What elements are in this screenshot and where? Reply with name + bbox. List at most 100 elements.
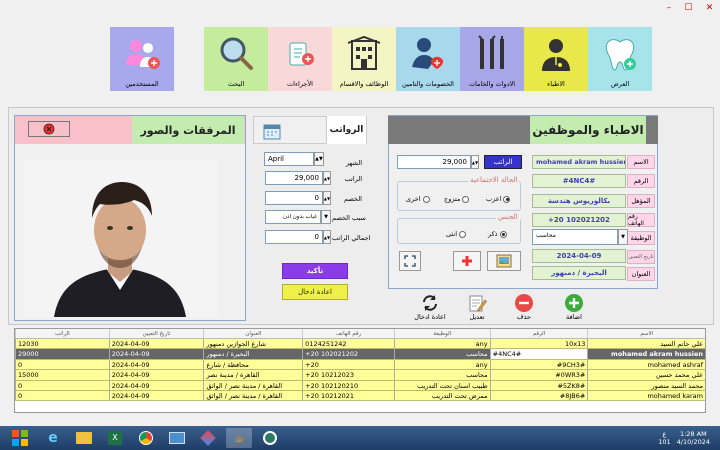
browse-image-button[interactable] (487, 251, 521, 271)
taskbar-explorer[interactable] (71, 428, 97, 448)
confirm-salary-button[interactable]: تأكيد (282, 263, 348, 279)
total-salary-field[interactable]: 0 (265, 230, 323, 244)
column-header-address[interactable]: العنوان (203, 329, 302, 338)
marital-other-radio[interactable]: اخرى (406, 195, 430, 203)
staff-salary-field[interactable]: 29,000 (397, 155, 471, 169)
nav-tile-procedures[interactable]: الأجراءات (268, 27, 332, 91)
reason-dropdown-button[interactable]: ▼ (321, 210, 331, 224)
nav-tile-jobs[interactable]: الوظائف والاقسام (332, 27, 396, 91)
delete-button[interactable]: حذف (509, 293, 539, 321)
minimize-button[interactable]: – (667, 3, 672, 13)
month-select[interactable]: April (264, 152, 314, 166)
close-button[interactable]: ✕ (706, 3, 714, 13)
nav-tile-search[interactable]: البحث (204, 27, 268, 91)
maximize-button[interactable]: ☐ (684, 3, 692, 13)
nav-tile-doctors[interactable]: الاطباء (524, 27, 588, 91)
column-header-salary[interactable]: الراتب (15, 329, 109, 338)
deduction-field[interactable]: 0 (265, 191, 323, 205)
nav-label-procedures: الأجراءات (287, 80, 313, 88)
tray-clock[interactable]: 1:28 AM 4/10/2024 (677, 430, 710, 446)
column-header-name[interactable]: الاسم (587, 329, 705, 338)
chevron-down-icon: ▼ (621, 234, 625, 240)
attachments-header: المرفقات والصور (132, 116, 244, 144)
cell-address: القاهرة / مدينة نصر / الواثق (203, 390, 302, 401)
delete-button-label: حذف (516, 313, 532, 321)
reset-button[interactable]: اعادة ادخال (412, 293, 448, 321)
gender-female-radio[interactable]: انثى (446, 230, 466, 238)
taskbar-app-3[interactable] (257, 428, 283, 448)
deduction-reason-select[interactable]: غياب بدون اذن (265, 210, 321, 224)
chevron-down-icon: ▼ (324, 214, 328, 220)
magnifier-icon (204, 27, 268, 80)
fullscreen-button[interactable] (399, 251, 421, 271)
nav-label-search: البحث (227, 80, 245, 88)
month-spinner[interactable]: ▲▼ (314, 152, 324, 166)
total-spinner[interactable]: ▲▼ (323, 230, 331, 244)
column-header-job[interactable]: الوظيفة (393, 329, 490, 338)
salary-spinner[interactable]: ▲▼ (323, 171, 331, 185)
taskbar-java-active[interactable]: ☕ (226, 428, 252, 448)
plus-icon (462, 256, 472, 266)
taskbar-app-1[interactable] (164, 428, 190, 448)
taskbar-excel[interactable]: X (102, 428, 128, 448)
taskbar-ie[interactable]: e (40, 428, 66, 448)
marital-single-radio[interactable]: اعزب (486, 195, 511, 203)
job-dropdown-button[interactable]: ▼ (618, 229, 628, 245)
staff-table: الراتب تاريخ التعيين العنوان رقم الهاتف … (14, 328, 706, 413)
column-header-hire-date[interactable]: تاريخ التعيين (108, 329, 204, 338)
staff-salary-spinner[interactable]: ▲▼ (471, 155, 479, 169)
radio-empty-icon (459, 230, 466, 238)
deduction-spinner[interactable]: ▲▼ (323, 191, 331, 205)
windows-logo-icon (12, 430, 28, 446)
taskbar-app-2[interactable] (195, 428, 221, 448)
cell-id: #9CH3# (489, 359, 588, 370)
window-controls: – ☐ ✕ (660, 0, 720, 16)
building-icon (332, 27, 396, 80)
marital-married-radio[interactable]: متزوج (444, 195, 470, 203)
column-header-phone[interactable]: رقم الهاتف (302, 329, 394, 338)
cube-icon (200, 430, 216, 446)
hire-date-field[interactable]: 2024-04-09 (532, 249, 626, 263)
job-select[interactable]: محاسب (532, 229, 618, 245)
table-row[interactable]: 0 2024-04-09 محافظة / شارع +20 any #9CH3… (15, 359, 705, 371)
nav-tile-clinic[interactable]: العرض (588, 27, 652, 91)
add-button[interactable]: اضافة (559, 293, 589, 321)
reset-salary-button[interactable]: اعادة ادخال (282, 284, 348, 300)
nav-label-clinic: العرض (610, 80, 630, 88)
nav-tile-discounts[interactable]: الخصومات والتامين (396, 27, 460, 91)
tray-language[interactable]: ع 101 (658, 430, 670, 446)
table-row[interactable]: 15000 2024-04-09 القاهرة / مدينة نصر +20… (15, 370, 705, 381)
address-field[interactable]: البحيرة / دمنهور (532, 266, 626, 280)
nav-label-users: المستخدمين (125, 80, 159, 88)
start-button[interactable] (5, 428, 35, 448)
nav-tile-tools[interactable]: الادوات والخامات (460, 27, 524, 91)
cell-id-editing[interactable]: #4NC4# (489, 349, 588, 359)
table-row-selected[interactable]: 29000 2024-04-09 البحيرة / دمنهور +20 10… (15, 349, 705, 360)
cell-salary: 15000 (15, 370, 109, 380)
cell-job: محاسب (393, 370, 490, 380)
gender-male-radio[interactable]: ذكر (488, 230, 507, 238)
name-label: الاسم (627, 155, 655, 169)
id-field[interactable]: #4NC4# (532, 174, 626, 188)
tray-language-label: ع (662, 430, 667, 438)
staff-salary-button[interactable]: الراتب (484, 155, 522, 169)
phone-field[interactable]: +20 102021202 (532, 213, 626, 227)
salary-field[interactable]: 29,000 (265, 171, 323, 185)
table-row[interactable]: 12030 2024-04-09 شارع الجوازين دمنهور 01… (15, 339, 705, 350)
table-row[interactable]: 0 2024-04-09 القاهرة / مدينة نصر / الواث… (15, 390, 705, 402)
cell-hire-date: 2024-04-09 (108, 339, 204, 349)
add-image-button[interactable] (453, 251, 481, 271)
taskbar-chrome[interactable] (133, 428, 159, 448)
name-field[interactable]: mohamed akram hussien (532, 155, 626, 169)
deduction-reason-label: سبب الخصم (332, 214, 366, 222)
remove-image-button[interactable] (28, 121, 70, 137)
patient-care-icon (396, 27, 460, 80)
edit-button[interactable]: تعديل (462, 293, 492, 321)
nav-label-doctors: الاطباء (547, 80, 565, 88)
table-row[interactable]: 0 2024-04-09 القاهرة / مدينة نصر / الواث… (15, 380, 705, 391)
column-header-id[interactable]: الرقم (489, 329, 588, 338)
nav-tile-users[interactable]: المستخدمين (110, 27, 174, 91)
chrome-icon (139, 431, 153, 445)
qualification-field[interactable]: بكالوريوس هندسة (532, 194, 626, 208)
table-header: الراتب تاريخ التعيين العنوان رقم الهاتف … (15, 329, 705, 339)
